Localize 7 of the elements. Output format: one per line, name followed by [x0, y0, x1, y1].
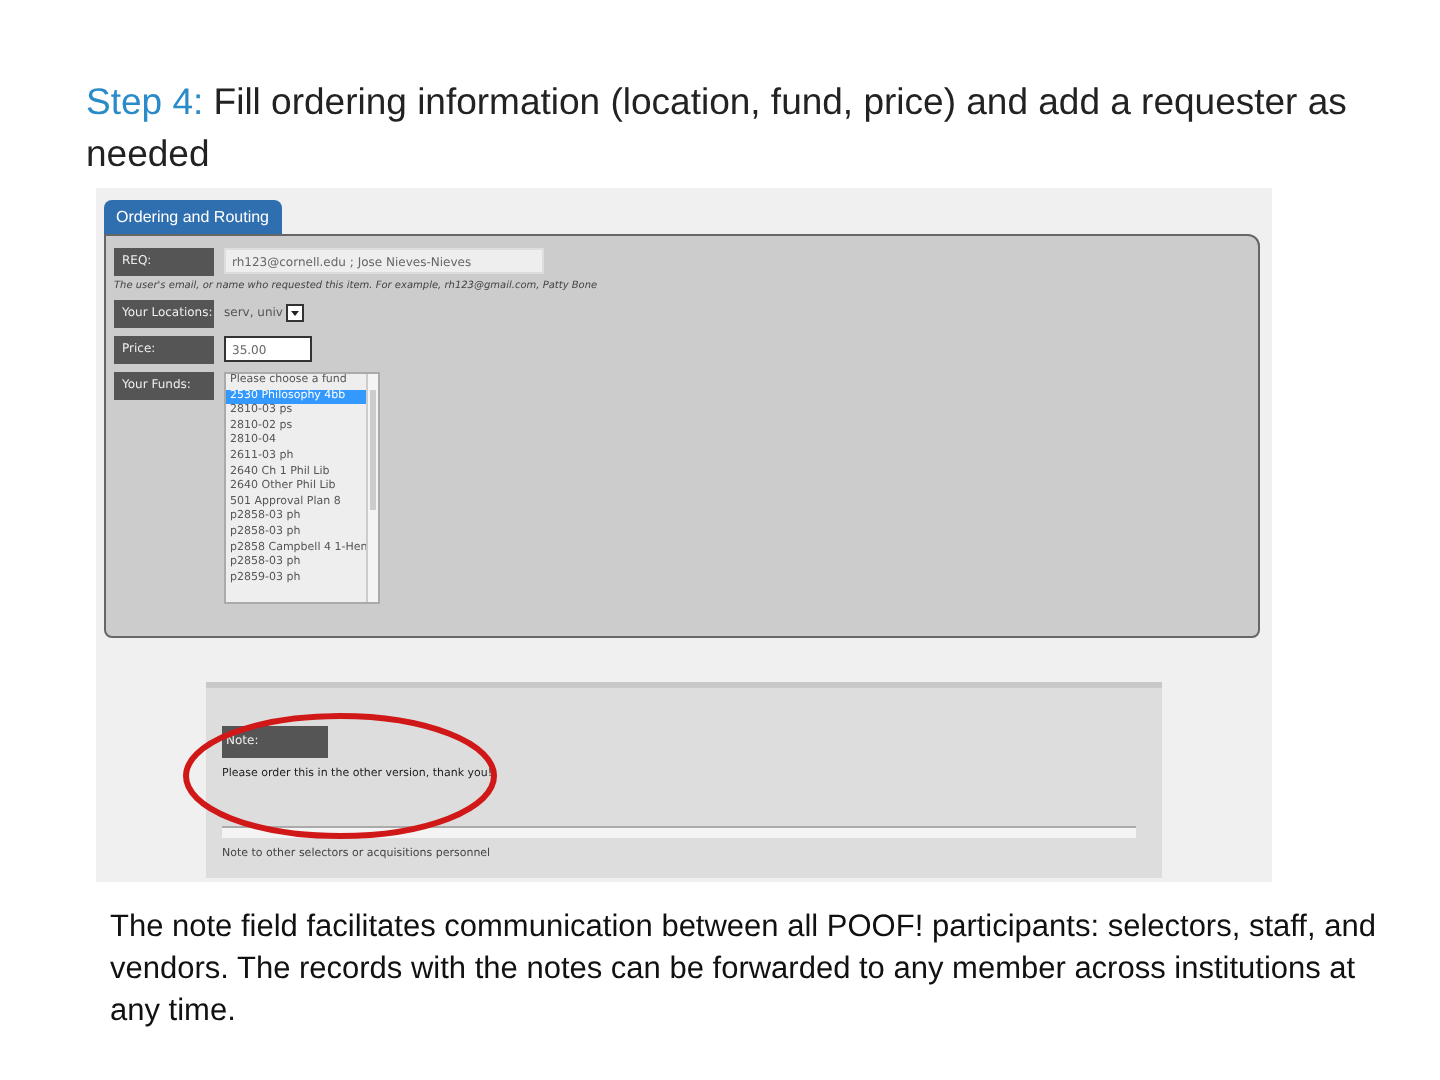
caption-text: The note field facilitates communication between all POOF! participants: selectors, staff, and vendors. The records with the notes can be forwarded to any member across institutions at any time.: [110, 908, 1378, 1032]
scrollbar[interactable]: [366, 374, 378, 602]
fund-list[interactable]: [224, 372, 380, 604]
slide-title: Step 4: Fill ordering information (location, fund, price) and add a requester as needed: [86, 78, 1349, 178]
caret-icon[interactable]: [286, 304, 305, 322]
tab[interactable]: Ordering and Routing: [104, 200, 281, 234]
text-area[interactable]: [222, 826, 1136, 838]
